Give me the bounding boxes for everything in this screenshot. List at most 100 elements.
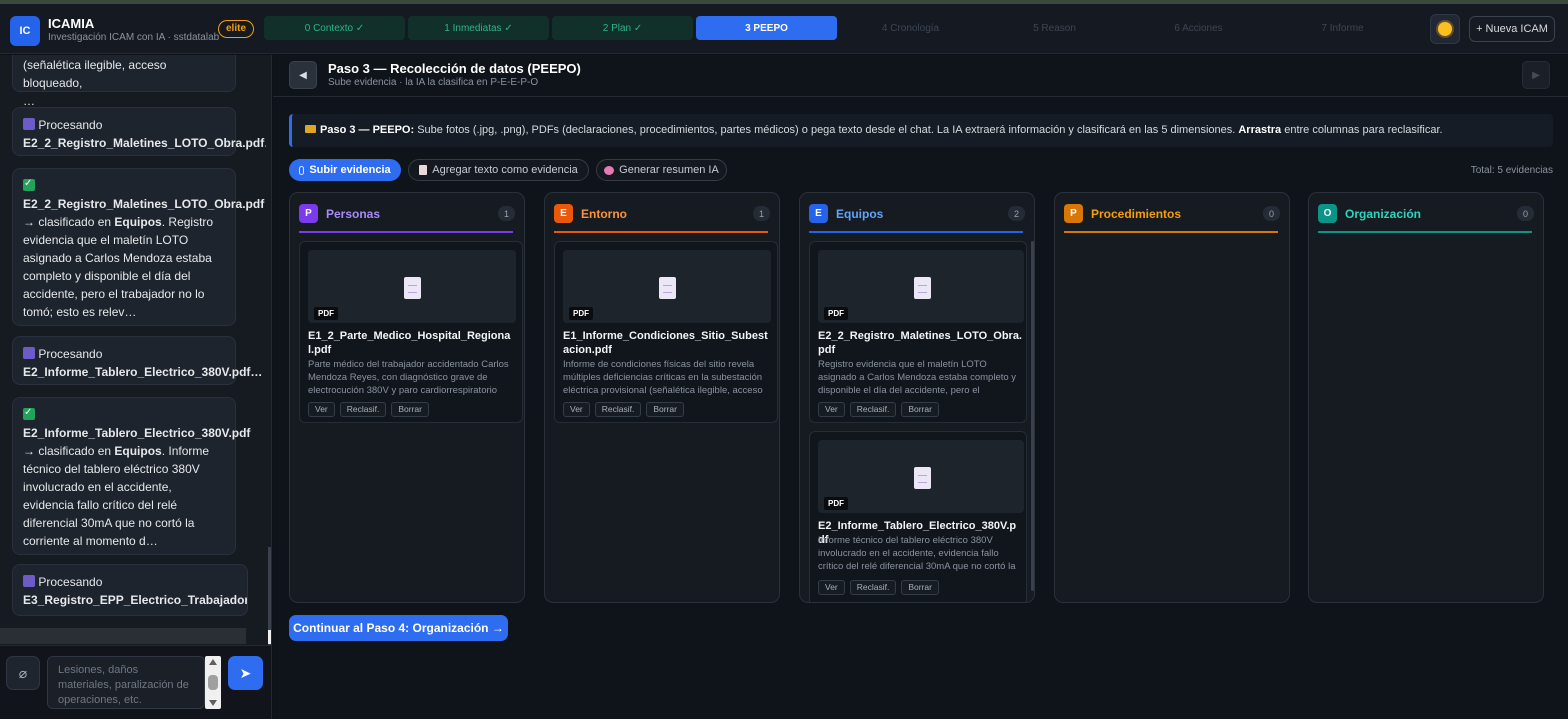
column-header: P Personas 1 <box>299 204 515 224</box>
column-equipos[interactable]: E Equipos 2 PDF E2_2_Registro_Maletines_… <box>799 192 1035 603</box>
card-actions: Ver Reclasif. Borrar <box>818 580 939 595</box>
message-text: . Registro evidencia que el maletín LOTO… <box>23 215 214 319</box>
step-tab-1[interactable]: 1 Inmediatas ✓ <box>408 16 549 40</box>
reclassify-button[interactable]: Reclasif. <box>849 580 897 595</box>
card-filename: E1_2_Parte_Medico_Hospital_Regional.pdf <box>308 330 511 356</box>
column-divider <box>809 231 1023 233</box>
continue-step-4-button[interactable]: Continuar al Paso 4: Organización → <box>289 615 508 641</box>
evidence-card[interactable]: PDF E1_Informe_Condiciones_Sitio_Subesta… <box>554 241 778 423</box>
view-button[interactable]: Ver <box>818 402 845 417</box>
inbox-icon <box>23 118 35 130</box>
send-button[interactable]: ➤ <box>228 656 263 690</box>
message-arrow: → clasificado en <box>23 215 112 229</box>
column-personas[interactable]: P Personas 1 PDF E1_2_Parte_Medico_Hospi… <box>289 192 525 603</box>
card-thumbnail[interactable]: PDF <box>818 250 1024 323</box>
add-text-evidence-button[interactable]: Agregar texto como evidencia <box>408 159 589 181</box>
message-arrow: → clasificado en <box>23 444 112 458</box>
card-thumbnail[interactable]: PDF <box>818 440 1024 513</box>
app-name: ICAMIA <box>48 16 95 31</box>
column-count: 1 <box>498 206 515 221</box>
card-thumbnail[interactable]: PDF <box>563 250 771 323</box>
upload-evidence-button[interactable]: Subir evidencia <box>289 159 401 181</box>
card-actions: Ver Reclasif. Borrar <box>308 402 429 417</box>
message-text: . Informe técnico del tablero eléctrico … <box>23 444 210 548</box>
reclassify-button[interactable]: Reclasif. <box>594 402 642 417</box>
message-file: E2_Informe_Tablero_Electrico_380V.pdf <box>23 426 251 440</box>
next-step-button[interactable]: ▶ <box>1522 61 1550 89</box>
evidence-card[interactable]: PDF E2_Informe_Tablero_Electrico_380V.pd… <box>809 431 1027 602</box>
reclassify-button[interactable]: Reclasif. <box>849 402 897 417</box>
column-badge: P <box>1064 204 1083 223</box>
step-tab-6[interactable]: 6 Acciones <box>1128 16 1269 40</box>
file-type-tag: PDF <box>314 307 338 320</box>
scroll-down-icon[interactable] <box>209 700 217 706</box>
summary-label: Generar resumen IA <box>619 164 719 176</box>
theme-toggle-button[interactable] <box>1430 14 1460 44</box>
card-description: Registro evidencia que el maletín LOTO a… <box>818 359 1017 396</box>
check-icon <box>23 175 35 193</box>
delete-button[interactable]: Borrar <box>901 402 939 417</box>
step-tabs: 0 Contexto ✓ 1 Inmediatas ✓ 2 Plan ✓ 3 P… <box>264 16 1413 40</box>
column-title: Procedimientos <box>1091 207 1182 221</box>
column-title: Personas <box>326 207 381 221</box>
card-filename: E1_Informe_Condiciones_Sitio_Subestacion… <box>563 330 768 356</box>
column-entorno[interactable]: E Entorno 1 PDF E1_Informe_Condiciones_S… <box>544 192 780 603</box>
attach-button[interactable]: ⌀ <box>6 656 40 690</box>
step-tab-2[interactable]: 2 Plan ✓ <box>552 16 693 40</box>
banner-drag: Arrastra <box>1238 124 1282 136</box>
card-description: Parte médico del trabajador accidentado … <box>308 359 509 396</box>
step-tab-5[interactable]: 5 Reason <box>984 16 1125 40</box>
chat-input-scrollbar[interactable] <box>205 656 221 709</box>
column-header: O Organización 0 <box>1318 204 1534 224</box>
document-icon <box>659 277 676 299</box>
step-tab-3[interactable]: 3 PEEPO <box>696 16 837 40</box>
banner-text-end: entre columnas para reclasificar. <box>1281 124 1443 136</box>
chat-scrollbar-end <box>268 630 271 644</box>
delete-button[interactable]: Borrar <box>901 580 939 595</box>
column-count: 2 <box>1008 206 1025 221</box>
generate-summary-button[interactable]: Generar resumen IA <box>596 159 727 181</box>
file-type-tag: PDF <box>824 497 848 510</box>
add-text-label: Agregar texto como evidencia <box>432 164 578 176</box>
card-description: Informe de condiciones físicas del sitio… <box>563 359 763 396</box>
column-organizacion[interactable]: O Organización 0 <box>1308 192 1544 603</box>
message-prefix: Procesando <box>38 118 103 132</box>
step-tab-4[interactable]: 4 Cronología <box>840 16 981 40</box>
chat-message-processing: Procesando E2_2_Registro_Maletines_LOTO_… <box>12 107 266 156</box>
column-header: P Procedimientos 0 <box>1064 204 1280 224</box>
message-category: Equipos <box>114 215 162 229</box>
column-count: 0 <box>1517 206 1534 221</box>
column-scrollbar[interactable] <box>1031 241 1034 591</box>
card-actions: Ver Reclasif. Borrar <box>563 402 684 417</box>
view-button[interactable]: Ver <box>563 402 590 417</box>
delete-button[interactable]: Borrar <box>391 402 429 417</box>
chat-composer: ⌀ ➤ <box>0 645 271 719</box>
column-title: Entorno <box>581 207 627 221</box>
step-header: ◀ Paso 3 — Recolección de datos (PEEPO) … <box>273 55 1568 97</box>
card-thumbnail[interactable]: PDF <box>308 250 516 323</box>
evidence-card[interactable]: PDF E2_2_Registro_Maletines_LOTO_Obra.pd… <box>809 241 1027 423</box>
message-prefix: Procesando <box>38 575 103 589</box>
info-banner: Paso 3 — PEEPO: Sube fotos (.jpg, .png),… <box>289 114 1553 147</box>
reclassify-button[interactable]: Reclasif. <box>339 402 387 417</box>
card-actions: Ver Reclasif. Borrar <box>818 402 939 417</box>
document-icon <box>914 277 931 299</box>
message-file: E2_2_Registro_Maletines_LOTO_Obra.pdf… <box>23 136 266 150</box>
column-badge: E <box>809 204 828 223</box>
scroll-up-icon[interactable] <box>209 659 217 665</box>
step-tab-0[interactable]: 0 Contexto ✓ <box>264 16 405 40</box>
chat-input[interactable] <box>47 656 205 709</box>
new-icam-button[interactable]: + Nueva ICAM <box>1469 16 1555 42</box>
sun-icon <box>1438 22 1452 36</box>
prev-step-button[interactable]: ◀ <box>289 61 317 89</box>
scroll-thumb[interactable] <box>208 675 218 690</box>
evidence-card[interactable]: PDF E1_2_Parte_Medico_Hospital_Regional.… <box>299 241 523 423</box>
column-count: 0 <box>1263 206 1280 221</box>
chat-sidebar: (señalética ilegible, acceso bloqueado, … <box>0 55 272 719</box>
column-procedimientos[interactable]: P Procedimientos 0 <box>1054 192 1290 603</box>
delete-button[interactable]: Borrar <box>646 402 684 417</box>
view-button[interactable]: Ver <box>308 402 335 417</box>
step-tab-7[interactable]: 7 Informe <box>1272 16 1413 40</box>
column-count: 1 <box>753 206 770 221</box>
view-button[interactable]: Ver <box>818 580 845 595</box>
